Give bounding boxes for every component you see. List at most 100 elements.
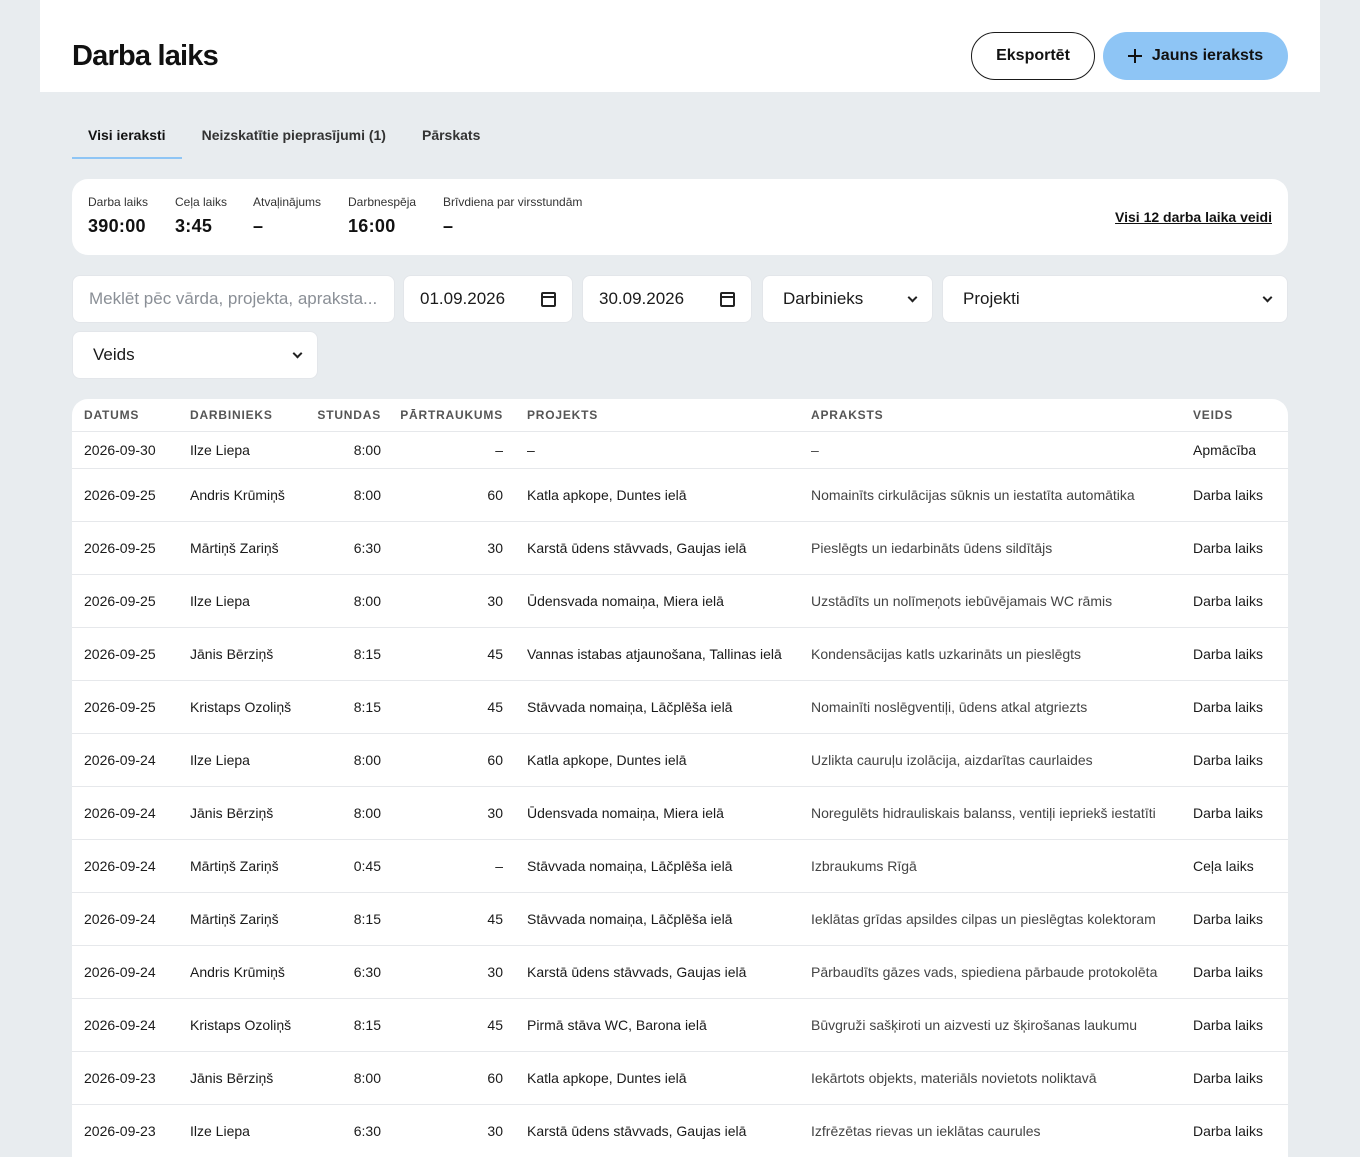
chevron-down-icon	[907, 292, 918, 302]
calendar-icon[interactable]	[541, 291, 556, 307]
stat-overtime-day-off: Brīvdiena par virsstundām –	[443, 195, 582, 237]
plus-icon	[1127, 49, 1142, 63]
table-row[interactable]: 2026-09-24 Mārtiņš Zariņš 8:15 45 Stāvvada n…	[72, 892, 1288, 946]
column-header-type[interactable]: Veids	[1169, 399, 1288, 432]
cell-break: 45	[381, 892, 503, 946]
cell-project: Ūdensvada nomaiņa, Miera ielā	[503, 786, 787, 840]
cell-employee: Ilze Liepa	[178, 733, 292, 787]
cell-hours: 8:00	[292, 733, 381, 787]
cell-hours: 8:15	[292, 680, 381, 734]
stat-label: Darbnespēja	[348, 195, 417, 209]
cell-break: 30	[381, 1104, 503, 1157]
stat-vacation: Atvaļinājums –	[253, 195, 321, 237]
project-select-value: Projekti	[963, 289, 1020, 308]
table-row[interactable]: 2026-09-25 Jānis Bērziņš 8:15 45 Vannas ista…	[72, 627, 1288, 681]
stat-value: 16:00	[348, 216, 396, 236]
cell-type: Darba laiks	[1169, 521, 1288, 575]
cell-project: Katla apkope, Duntes ielā	[503, 1051, 787, 1105]
cell-description: Izfrēzētas rievas un ieklātas caurules	[787, 1104, 1169, 1157]
stat-value: –	[443, 216, 454, 236]
column-header-description[interactable]: Apraksts	[787, 399, 1169, 432]
search-input[interactable]: Meklēt pēc vārda, projekta, apraksta...	[72, 275, 395, 323]
cell-description: Nomainīti noslēgventiļi, ūdens atkal atg…	[787, 680, 1169, 734]
cell-break: 60	[381, 1051, 503, 1105]
cell-hours: 0:45	[292, 839, 381, 893]
table-row[interactable]: 2026-09-30 Ilze Liepa 8:00– – – Apmācība	[72, 431, 1288, 469]
cell-type: Darba laiks	[1169, 786, 1288, 840]
type-select[interactable]: Veids	[72, 331, 318, 379]
cell-break: –	[381, 431, 503, 469]
tab-overview[interactable]: Pārskats	[406, 115, 496, 159]
table-row[interactable]: 2026-09-24 Kristaps Ozoliņš 8:15 45 Pirmā st…	[72, 998, 1288, 1052]
cell-description: –	[787, 431, 1169, 469]
column-header-date[interactable]: Datums	[72, 399, 178, 432]
project-select[interactable]: Projekti	[942, 275, 1288, 323]
column-header-break[interactable]: Pārtraukums	[381, 399, 503, 432]
table-header-row: Datums Darbinieks Stundas Pārtraukums Pr…	[72, 399, 1288, 432]
table-row[interactable]: 2026-09-23 Jānis Bērziņš 8:00 60 Katla apkop…	[72, 1051, 1288, 1105]
cell-hours: 6:30	[292, 1104, 381, 1157]
cell-description: Iekārtots objekts, materiāls novietots n…	[787, 1051, 1169, 1105]
table-row[interactable]: 2026-09-25 Mārtiņš Zariņš 6:30 30 Karstā ūde…	[72, 521, 1288, 575]
cell-description: Ieklātas grīdas apsildes cilpas un piesl…	[787, 892, 1169, 946]
cell-type: Darba laiks	[1169, 733, 1288, 787]
cell-description: Noregulēts hidrauliskais balanss, ventiļ…	[787, 786, 1169, 840]
cell-date: 2026-09-25	[72, 468, 178, 522]
cell-hours: 8:00	[292, 574, 381, 628]
table-row[interactable]: 2026-09-25 Ilze Liepa 8:00 30 Ūdensvada noma…	[72, 574, 1288, 628]
cell-employee: Ilze Liepa	[178, 1104, 292, 1157]
tab-pending-requests[interactable]: Neizskatītie pieprasījumi (1)	[186, 115, 402, 159]
page-header: Darba laiks Eksportēt Jauns ieraksts	[40, 0, 1320, 92]
cell-date: 2026-09-24	[72, 786, 178, 840]
cell-type: Darba laiks	[1169, 574, 1288, 628]
cell-break: 45	[381, 998, 503, 1052]
cell-description: Uzstādīts un nolīmeņots iebūvējamais WC …	[787, 574, 1169, 628]
cell-project: Karstā ūdens stāvvads, Gaujas ielā	[503, 945, 787, 999]
table-row[interactable]: 2026-09-25 Kristaps Ozoliņš 8:15 45 Stāvvada…	[72, 680, 1288, 734]
cell-type: Darba laiks	[1169, 945, 1288, 999]
table-row[interactable]: 2026-09-24 Andris Krūmiņš 6:30 30 Karstā ūde…	[72, 945, 1288, 999]
all-types-link[interactable]: Visi 12 darba laika veidi	[1115, 209, 1272, 225]
calendar-icon[interactable]	[720, 291, 735, 307]
date-to-field[interactable]: 30.09.2026	[582, 275, 752, 323]
table-row[interactable]: 2026-09-24 Jānis Bērziņš 8:00 30 Ūdensvada n…	[72, 786, 1288, 840]
table-row[interactable]: 2026-09-25 Andris Krūmiņš 8:00 60 Katla apko…	[72, 468, 1288, 522]
export-button[interactable]: Eksportēt	[971, 32, 1095, 80]
column-header-employee[interactable]: Darbinieks	[178, 399, 292, 432]
cell-date: 2026-09-25	[72, 627, 178, 681]
cell-date: 2026-09-25	[72, 521, 178, 575]
stat-label: Ceļa laiks	[175, 195, 228, 209]
cell-type: Darba laiks	[1169, 892, 1288, 946]
cell-date: 2026-09-24	[72, 733, 178, 787]
cell-type: Darba laiks	[1169, 627, 1288, 681]
cell-break: 60	[381, 733, 503, 787]
cell-type: Apmācība	[1169, 431, 1288, 469]
cell-type: Darba laiks	[1169, 1104, 1288, 1157]
cell-date: 2026-09-25	[72, 680, 178, 734]
cell-employee: Andris Krūmiņš	[178, 945, 292, 999]
cell-type: Darba laiks	[1169, 1051, 1288, 1105]
column-header-project[interactable]: Projekts	[503, 399, 787, 432]
summary-card: Darba laiks 390:00 Ceļa laiks 3:45 Atvaļ…	[72, 179, 1288, 255]
date-from-value: 01.09.2026	[420, 289, 506, 308]
cell-break: 45	[381, 680, 503, 734]
cell-date: 2026-09-24	[72, 998, 178, 1052]
new-entry-button[interactable]: Jauns ieraksts	[1103, 32, 1288, 80]
cell-employee: Ilze Liepa	[178, 431, 292, 469]
cell-project: Ūdensvada nomaiņa, Miera ielā	[503, 574, 787, 628]
cell-hours: 8:15	[292, 998, 381, 1052]
column-header-hours[interactable]: Stundas	[292, 399, 381, 432]
table-row[interactable]: 2026-09-24 Mārtiņš Zariņš 0:45– Stāvvada no…	[72, 839, 1288, 893]
type-select-value: Veids	[93, 345, 135, 364]
table-row[interactable]: 2026-09-24 Ilze Liepa 8:00 60 Katla apkope, …	[72, 733, 1288, 787]
cell-employee: Kristaps Ozoliņš	[178, 680, 292, 734]
cell-hours: 8:00	[292, 431, 381, 469]
table-row[interactable]: 2026-09-23 Ilze Liepa 6:30 30 Karstā ūdens s…	[72, 1104, 1288, 1157]
cell-project: Karstā ūdens stāvvads, Gaujas ielā	[503, 1104, 787, 1157]
cell-break: 30	[381, 521, 503, 575]
employee-select[interactable]: Darbinieks	[762, 275, 933, 323]
tab-all-entries[interactable]: Visi ieraksti	[72, 115, 182, 159]
date-from-field[interactable]: 01.09.2026	[403, 275, 573, 323]
cell-employee: Jānis Bērziņš	[178, 627, 292, 681]
cell-description: Kondensācijas katls uzkarināts un pieslē…	[787, 627, 1169, 681]
